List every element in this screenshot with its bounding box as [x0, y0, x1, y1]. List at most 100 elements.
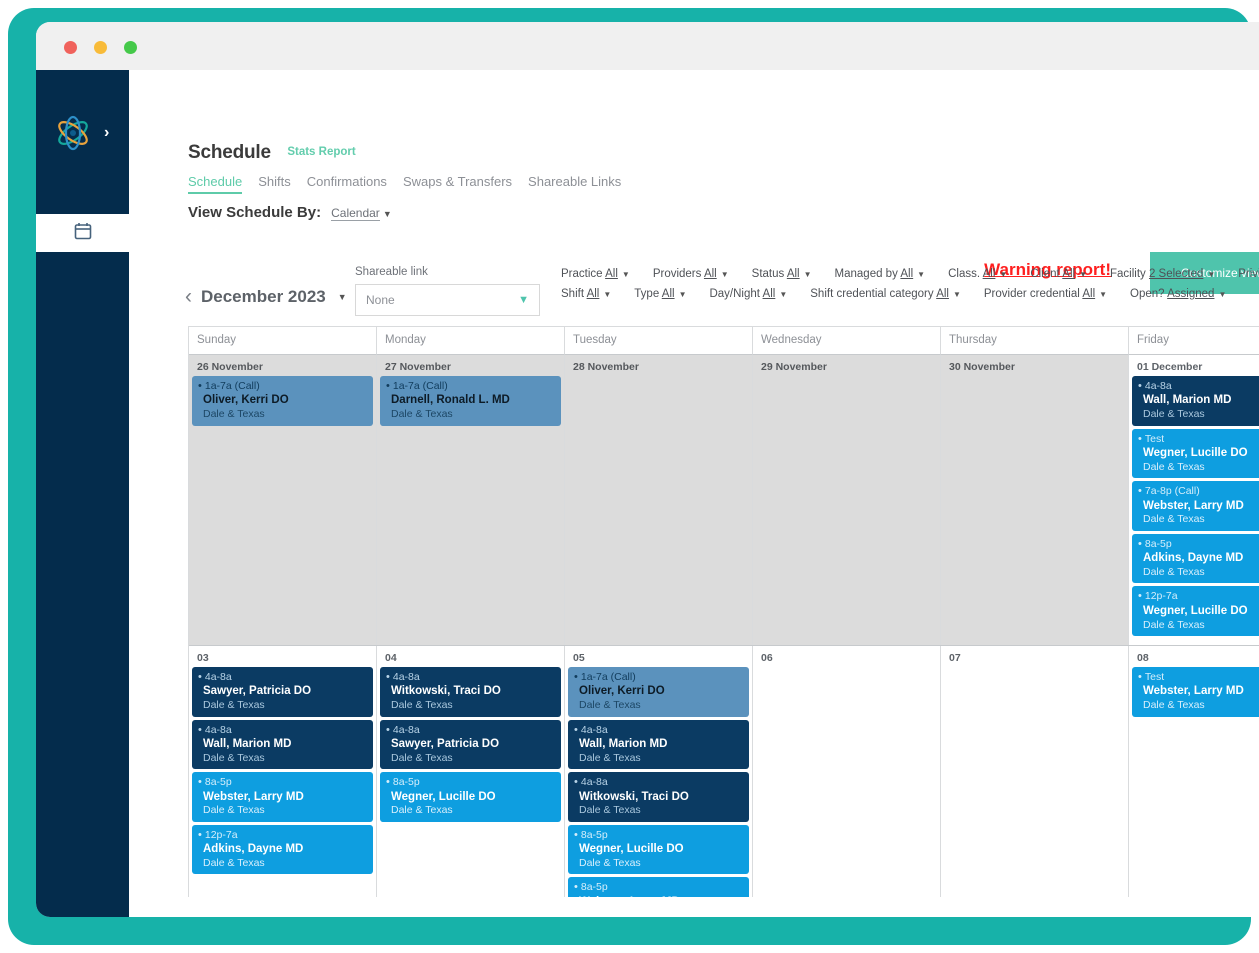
schedule-event[interactable]: • 8a-5p Adkins, Dayne MD Dale & Texas [1132, 533, 1259, 584]
filter-status[interactable]: Status All ▼ [752, 268, 812, 280]
filter-facility[interactable]: Facility 2 Selected ▼ [1110, 268, 1215, 280]
chevron-down-icon: ▼ [779, 290, 788, 299]
close-window-button[interactable] [64, 41, 77, 54]
sidebar-item-calendar[interactable] [36, 214, 129, 252]
bullet-icon: • [386, 380, 390, 392]
filter-provider-credential[interactable]: Provider credential All ▼ [984, 288, 1107, 300]
tab-shareable-links[interactable]: Shareable Links [528, 174, 621, 194]
event-provider-name: Witkowski, Traci DO [391, 685, 501, 698]
day-header-monday: Monday [377, 327, 565, 355]
schedule-event[interactable]: • Test Wegner, Lucille DO Dale & Texas [1132, 428, 1259, 479]
schedule-event[interactable]: • 4a-8a Wall, Marion MD Dale & Texas [192, 719, 373, 770]
schedule-event[interactable]: • 7a-8p (Call) Webster, Larry MD Dale & Tex… [1132, 481, 1259, 531]
month-picker-icon[interactable]: ▼ [338, 292, 347, 302]
calendar-day-cell[interactable]: 08 • Test Webster, Larry MD Dale & Texas [1129, 646, 1259, 917]
schedule-event[interactable]: • 8a-5p Wegner, Lucille DO Dale & Texas [380, 772, 561, 822]
app-logo-icon[interactable] [50, 110, 96, 156]
filter-row-1: Practice All ▼ Providers All ▼ Status All ▼ Ma… [561, 268, 1259, 280]
filter-type[interactable]: Type All ▼ [634, 288, 686, 300]
chevron-down-icon: ▼ [603, 290, 612, 299]
event-facility: Dale & Texas [579, 751, 641, 764]
filter-shift-credential-category[interactable]: Shift credential category All ▼ [810, 288, 961, 300]
tab-swaps-transfers[interactable]: Swaps & Transfers [403, 174, 512, 194]
filter-providers[interactable]: Providers All ▼ [653, 268, 729, 280]
filter-client[interactable]: Client All ▼ [1030, 268, 1087, 280]
filter-value: All [586, 288, 600, 300]
filter-day-night[interactable]: Day/Night All ▼ [709, 288, 787, 300]
event-provider-name: Oliver, Kerri DO [203, 394, 289, 407]
schedule-event[interactable]: • Test Webster, Larry MD Dale & Texas [1132, 666, 1259, 717]
shareable-link-select[interactable]: None ▼ [355, 284, 540, 316]
schedule-event[interactable]: • 4a-8a Wall, Marion MD Dale & Texas [1132, 376, 1259, 426]
event-time: • 4a-8a [386, 670, 555, 684]
schedule-event[interactable]: • 8a-5p Wegner, Lucille DO Dale & Texas [568, 824, 749, 875]
schedule-event[interactable]: • 4a-8a Sawyer, Patricia DO Dale & Texas [380, 719, 561, 770]
filter-label: Shift [561, 288, 587, 300]
filter-shift[interactable]: Shift All ▼ [561, 288, 611, 300]
event-time: • 7a-8p (Call) [1138, 484, 1259, 498]
filter-open[interactable]: Open? Assigned ▼ [1130, 288, 1226, 300]
event-time-text: 4a-8a [204, 723, 232, 736]
filter-value: 2 Selected [1148, 268, 1204, 280]
tab-shifts[interactable]: Shifts [258, 174, 291, 194]
day-number: 28 November [573, 361, 639, 373]
calendar-day-cell[interactable]: 04 • 4a-8a Witkowski, Traci DO Dale & Texas •… [377, 645, 565, 917]
filter-value: All [900, 268, 914, 280]
tab-confirmations[interactable]: Confirmations [307, 174, 387, 194]
calendar-day-cell[interactable]: 29 November [753, 355, 941, 645]
calendar-day-cell[interactable]: 30 November [941, 355, 1129, 645]
day-number: 04 [385, 651, 397, 664]
schedule-event[interactable]: • 12p-7a Wegner, Lucille DO Dale & Texas [1132, 586, 1259, 636]
schedule-event[interactable]: • 1a-7a (Call) Oliver, Kerri DO Dale & Texa… [192, 376, 373, 426]
schedule-event[interactable]: • 4a-8a Witkowski, Traci DO Dale & Texas [380, 666, 561, 717]
schedule-event[interactable]: • 1a-7a (Call) Darnell, Ronald L. MD Dale &… [380, 376, 561, 426]
event-facility: Dale & Texas [203, 804, 265, 817]
sidebar-expand-icon[interactable]: › [104, 125, 109, 141]
calendar-day-cell[interactable]: 03 • 4a-8a Sawyer, Patricia DO Dale & Texas •… [189, 645, 377, 917]
day-header-sunday: Sunday [189, 327, 377, 355]
filter-class[interactable]: Class. All ▼ [948, 268, 1007, 280]
schedule-event[interactable]: • 12p-7a Adkins, Dayne MD Dale & Texas [192, 824, 373, 875]
schedule-event[interactable]: • 4a-8a Sawyer, Patricia DO Dale & Texas [192, 666, 373, 717]
event-provider-name: Sawyer, Patricia DO [391, 738, 500, 750]
event-facility: Dale & Texas [203, 699, 265, 712]
bullet-icon: • [198, 828, 202, 841]
event-time-text: 8a-5p [392, 776, 420, 789]
calendar-day-cell[interactable]: 28 November [565, 355, 753, 645]
day-number: 01 December [1137, 361, 1203, 373]
filter-managed-by[interactable]: Managed by All ▼ [835, 268, 926, 280]
event-provider-name: Adkins, Dayne MD [203, 843, 304, 856]
bullet-icon: • [386, 776, 390, 789]
calendar-day-cell[interactable]: 06 [753, 645, 941, 917]
window-titlebar [36, 22, 1259, 70]
shareable-link-value: None [366, 293, 395, 307]
prev-month-button[interactable]: ‹ [185, 285, 192, 309]
calendar-day-cell[interactable]: 26 November • 1a-7a (Call) Oliver, Kerri DO… [189, 355, 377, 645]
bullet-icon: • [574, 776, 578, 789]
event-time: • 4a-8a [574, 775, 743, 789]
schedule-event[interactable]: • 4a-8a Wall, Marion MD Dale & Texas [568, 719, 749, 770]
minimize-window-button[interactable] [94, 41, 107, 54]
bullet-icon: • [386, 723, 390, 736]
schedule-calendar: Sunday Monday Tuesday Wednesday Thursday Frid… [188, 326, 1259, 917]
chevron-down-icon: ▼ [917, 270, 926, 279]
left-sidebar: › [36, 70, 129, 917]
filter-privileges[interactable]: Privileges [1238, 268, 1259, 280]
calendar-day-cell[interactable]: 05 • 1a-7a (Call) Oliver, Kerri DO Dale & Te… [565, 645, 753, 917]
view-by-dropdown[interactable]: Calendar ▼ [331, 204, 392, 222]
event-time-text: 4a-8a [1144, 380, 1172, 392]
filter-practice[interactable]: Practice All ▼ [561, 268, 630, 280]
calendar-day-cell[interactable]: 01 December • 4a-8a Wall, Marion MD Dale & T… [1129, 355, 1259, 645]
calendar-day-cell[interactable]: 27 November • 1a-7a (Call) Darnell, Ronald … [377, 355, 565, 645]
calendar-day-cell[interactable]: 07 [941, 645, 1129, 917]
chevron-down-icon: ▼ [518, 294, 529, 306]
schedule-event[interactable]: •8a-5pWebster, Larry MDDale & Texas [192, 772, 373, 822]
bullet-icon: • [574, 723, 578, 736]
schedule-event[interactable]: • 1a-7a (Call) Oliver, Kerri DO Dale & Texa… [568, 666, 749, 717]
schedule-event[interactable]: • 4a-8a Witkowski, Traci DO Dale & Texas [568, 772, 749, 822]
stats-report-link[interactable]: Stats Report [287, 146, 355, 158]
shareable-link-label: Shareable link [355, 266, 428, 278]
tab-schedule[interactable]: Schedule [188, 174, 243, 194]
maximize-window-button[interactable] [124, 41, 137, 54]
event-provider-name: Wegner, Lucille DO [391, 790, 496, 803]
